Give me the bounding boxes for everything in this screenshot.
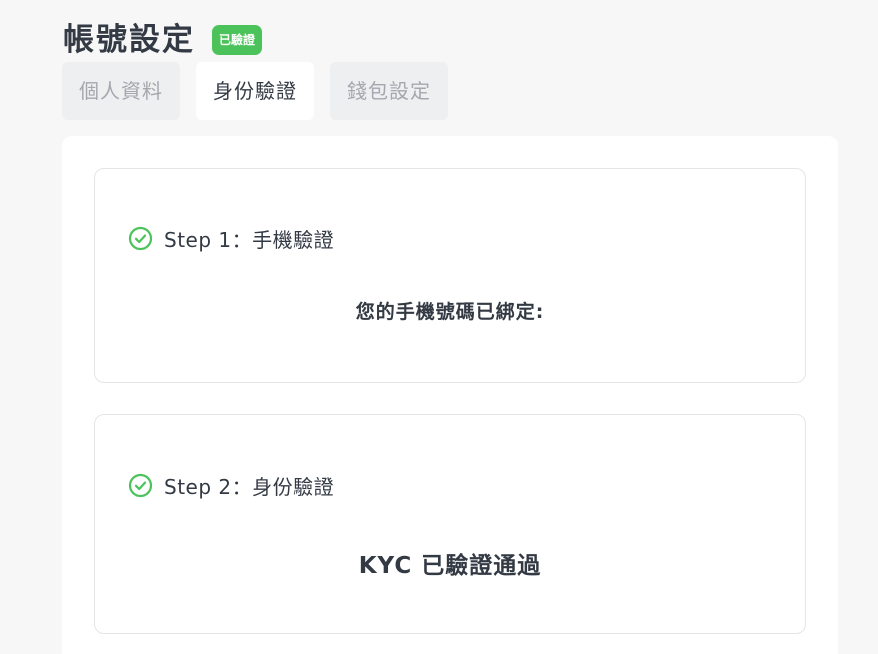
step-title: Step 2：身份驗證 bbox=[164, 475, 335, 499]
tab-wallet-settings[interactable]: 錢包設定 bbox=[330, 62, 448, 120]
phone-bound-message: 您的手機號碼已綁定: bbox=[355, 301, 545, 323]
tab-identity-verification[interactable]: 身份驗證 bbox=[196, 62, 314, 120]
verification-panel: Step 1：手機驗證 您的手機號碼已綁定: Step 2：身份驗證 KYC 已… bbox=[62, 136, 838, 654]
settings-tabs: 個人資料 身份驗證 錢包設定 bbox=[62, 62, 464, 120]
account-settings-page: 帳號設定 已驗證 個人資料 身份驗證 錢包設定 Step 1：手機驗證 您的手機… bbox=[0, 0, 878, 654]
step-header: Step 2：身份驗證 bbox=[128, 471, 334, 500]
kyc-verified-message: KYC 已驗證通過 bbox=[358, 553, 542, 579]
check-circle-icon bbox=[128, 473, 153, 498]
tab-personal-info[interactable]: 個人資料 bbox=[62, 62, 180, 120]
step-card-identity-verification: Step 2：身份驗證 KYC 已驗證通過 bbox=[94, 414, 806, 634]
step-title: Step 1：手機驗證 bbox=[164, 228, 335, 252]
verified-status-badge: 已驗證 bbox=[212, 25, 263, 55]
page-title: 帳號設定 bbox=[63, 22, 195, 58]
check-circle-icon bbox=[128, 226, 153, 251]
step-card-phone-verification: Step 1：手機驗證 您的手機號碼已綁定: bbox=[94, 168, 806, 383]
page-header: 帳號設定 已驗證 bbox=[63, 18, 263, 62]
step-header: Step 1：手機驗證 bbox=[128, 224, 334, 253]
